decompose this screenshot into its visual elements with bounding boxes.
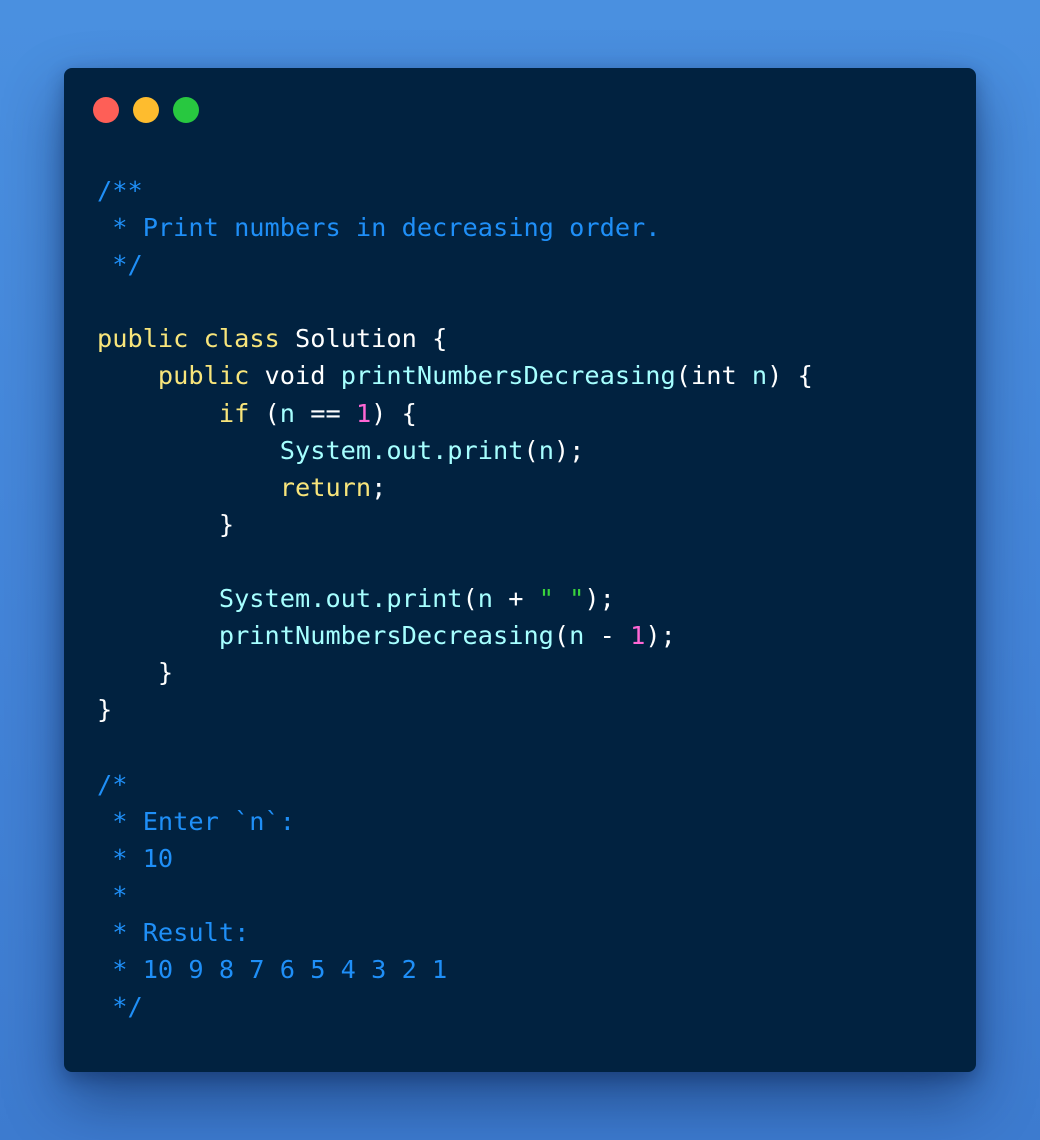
code-token-comment: */ (97, 250, 143, 280)
code-token-plain: void (249, 361, 341, 391)
code-token-keyword: public (97, 324, 189, 354)
code-line: * 10 (97, 840, 813, 877)
code-line: * (97, 877, 813, 914)
code-token-comment: * Print numbers in decreasing order. (97, 213, 661, 243)
code-line: * Result: (97, 914, 813, 951)
code-token-function: System.out.print (218, 584, 463, 614)
code-token-plain: ); (584, 584, 615, 614)
code-line: printNumbersDecreasing(n - 1); (97, 617, 813, 654)
code-line: /* (97, 766, 813, 803)
code-line: /** (97, 172, 813, 209)
code-line: } (97, 691, 813, 728)
code-token-plain: } (97, 695, 113, 725)
code-token-plain: ); (553, 435, 585, 465)
code-token-function: n (538, 435, 554, 465)
close-button[interactable] (93, 97, 119, 123)
code-token-comment: /** (97, 176, 143, 205)
code-line: */ (97, 246, 813, 283)
code-token-plain: - (584, 621, 631, 651)
code-line: * Enter `n`: (97, 803, 813, 840)
code-line: public void printNumbersDecreasing(int n… (97, 357, 813, 394)
code-token-plain: (int (675, 361, 752, 391)
code-token-comment: * Result: (97, 917, 250, 947)
code-token-number: 1 (355, 398, 372, 428)
code-block: /** * Print numbers in decreasing order.… (97, 172, 813, 1025)
code-token-number: 1 (630, 621, 646, 651)
code-token-keyword: if (218, 398, 250, 428)
code-line: System.out.print(n + " "); (97, 580, 813, 617)
code-line: * Print numbers in decreasing order. (97, 209, 813, 246)
code-token-plain: ; (371, 472, 387, 502)
code-token-plain: } (97, 509, 235, 539)
code-token-plain: ( (553, 621, 570, 651)
code-token-plain: } (97, 658, 174, 688)
code-token-function: n (477, 584, 493, 614)
code-token-keyword: class (203, 324, 280, 354)
code-token-plain: ( (462, 584, 478, 614)
code-token-keyword: public (157, 361, 250, 391)
code-line: if (n == 1) { (97, 395, 813, 432)
code-token-plain: + (493, 584, 539, 614)
code-line: public class Solution { (97, 320, 813, 357)
code-token-plain: ( (249, 398, 280, 428)
code-token-function: System.out.print (279, 435, 524, 465)
code-token-keyword: return (279, 472, 372, 502)
code-line: } (97, 506, 813, 543)
code-token-plain: Solution { (279, 324, 448, 354)
code-line: System.out.print(n); (97, 432, 813, 469)
code-token-function: printNumbersDecreasing (340, 361, 676, 391)
code-token-string: " " (538, 584, 585, 614)
code-line: return; (97, 469, 813, 506)
code-token-comment: * 10 9 8 7 6 5 4 3 2 1 (97, 954, 448, 984)
code-token-function: n (751, 361, 768, 391)
code-token-comment: * (97, 880, 128, 910)
code-token-comment: /* (97, 769, 128, 799)
code-token-plain: ) { (371, 398, 417, 428)
code-token-plain: ); (645, 621, 676, 651)
code-token-plain: == (295, 398, 356, 428)
code-token-function: printNumbersDecreasing (218, 621, 554, 651)
minimize-button[interactable] (133, 97, 159, 123)
code-token-plain: ( (523, 435, 539, 465)
maximize-button[interactable] (173, 97, 199, 123)
code-token-comment: * 10 (97, 843, 174, 873)
code-window: /** * Print numbers in decreasing order.… (64, 68, 976, 1072)
code-token-comment: */ (97, 992, 143, 1022)
code-line: } (97, 654, 813, 691)
code-token-function: n (279, 398, 296, 428)
code-token-function: n (569, 621, 585, 651)
code-token-plain: ) { (767, 361, 813, 391)
code-line: * 10 9 8 7 6 5 4 3 2 1 (97, 951, 813, 988)
code-token-comment: * Enter `n`: (97, 806, 295, 836)
code-line: */ (97, 988, 813, 1025)
